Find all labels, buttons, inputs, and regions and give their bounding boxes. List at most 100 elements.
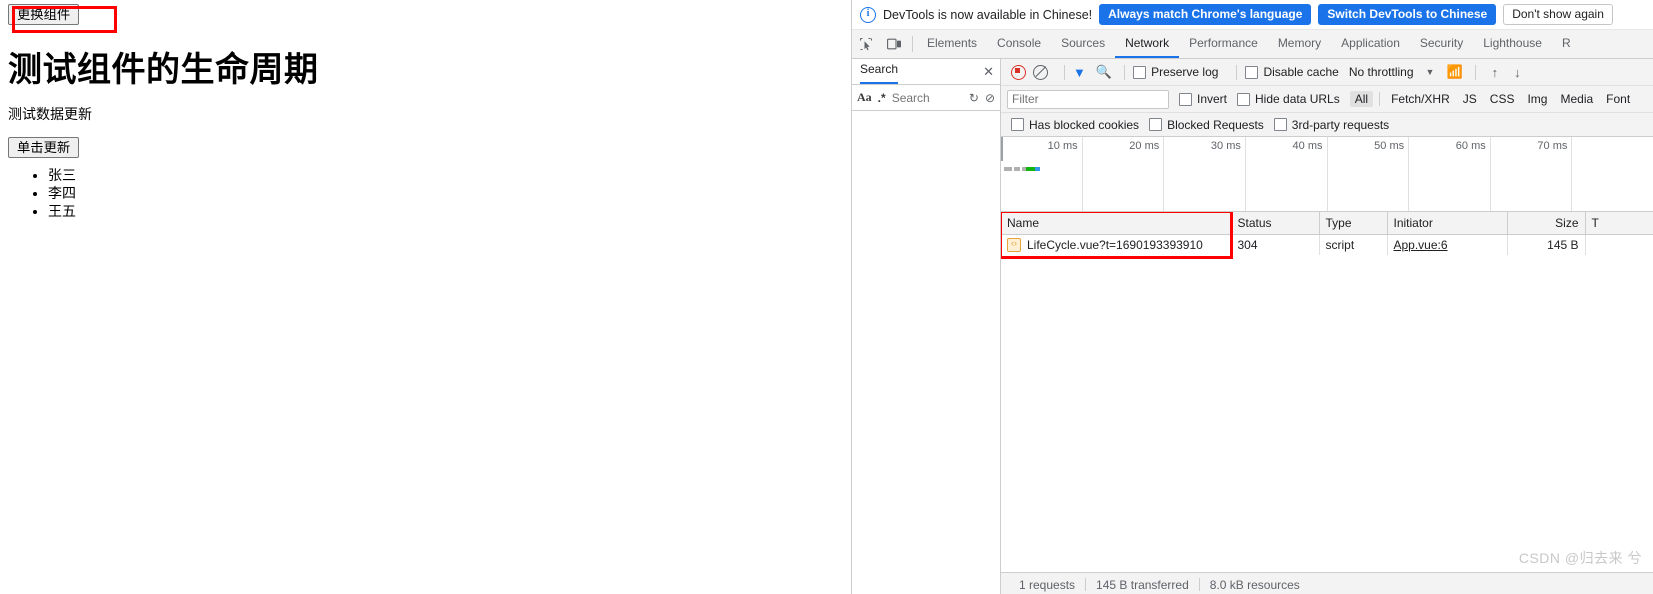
disable-cache-label: Disable cache — [1263, 65, 1339, 79]
network-panel: ▼ 🔍 Preserve log Disable cache No thrott… — [1001, 59, 1653, 594]
column-header-initiator[interactable]: Initiator — [1387, 212, 1508, 235]
checkbox-box — [1245, 65, 1259, 79]
tab-console[interactable]: Console — [987, 30, 1051, 58]
network-filter-row: Invert Hide data URLs All Fetch/XHR JS C… — [1001, 86, 1653, 113]
clear-icon[interactable] — [1033, 64, 1048, 80]
checkbox-box — [1273, 118, 1287, 131]
tab-recorder[interactable]: R — [1552, 30, 1581, 58]
tab-application[interactable]: Application — [1331, 30, 1410, 58]
hide-data-urls-label: Hide data URLs — [1255, 92, 1340, 106]
tab-security[interactable]: Security — [1410, 30, 1473, 58]
timeline-tick-label: 10 ms — [1047, 140, 1078, 152]
preserve-log-label: Preserve log — [1151, 65, 1219, 79]
wifi-settings-icon[interactable]: 📶 — [1446, 64, 1462, 80]
timeline-tick-label: 60 ms — [1455, 140, 1486, 152]
switch-to-chinese-button[interactable]: Switch DevTools to Chinese — [1318, 4, 1497, 25]
column-header-status[interactable]: Status — [1231, 212, 1320, 235]
timeline-tick-label: 50 ms — [1374, 140, 1405, 152]
tab-sources[interactable]: Sources — [1051, 30, 1115, 58]
clear-icon[interactable]: ⊘ — [985, 92, 995, 104]
update-button[interactable]: 单击更新 — [8, 137, 80, 159]
hide-data-urls-checkbox[interactable]: Hide data URLs — [1237, 92, 1340, 106]
dont-show-again-button[interactable]: Don't show again — [1503, 4, 1613, 25]
cell-type: script — [1319, 234, 1388, 255]
disable-cache-checkbox[interactable]: Disable cache — [1245, 65, 1339, 79]
csdn-watermark: CSDN @归去来 兮 — [1518, 550, 1642, 566]
devtools-body: Search ✕ Aa .* ↻ ⊘ ▼ 🔍 — [852, 59, 1653, 594]
filter-type-js[interactable]: JS — [1458, 91, 1482, 107]
search-icon[interactable]: 🔍 — [1096, 64, 1112, 80]
timeline-start-marker — [1001, 137, 1003, 161]
record-icon[interactable] — [1011, 64, 1026, 80]
tab-lighthouse[interactable]: Lighthouse — [1473, 30, 1552, 58]
list-item: 王五 — [48, 202, 76, 220]
third-party-requests-label: 3rd-party requests — [1291, 117, 1390, 132]
filter-type-media[interactable]: Media — [1555, 91, 1598, 107]
status-requests: 1 requests — [1019, 577, 1076, 592]
timeline-tick-label: 30 ms — [1210, 140, 1241, 152]
toolbar-divider — [1236, 64, 1238, 80]
checkbox-box — [1179, 92, 1192, 106]
table-row[interactable]: LifeCycle.vue?t=1690193393910 304 script… — [1001, 234, 1653, 255]
checkbox-box — [1149, 118, 1163, 131]
upload-icon[interactable]: ↑ — [1492, 65, 1499, 80]
device-toolbar-icon[interactable] — [880, 30, 908, 58]
has-blocked-cookies-label: Has blocked cookies — [1029, 117, 1140, 132]
filter-icon[interactable]: ▼ — [1073, 65, 1086, 80]
toolbar-divider — [1064, 64, 1065, 80]
always-match-language-button[interactable]: Always match Chrome's language — [1099, 4, 1312, 25]
column-header-size[interactable]: Size — [1507, 212, 1586, 235]
timeline-scale: 10 ms 20 ms 30 ms 40 ms 50 ms 60 ms 70 m… — [1001, 137, 1653, 211]
tab-memory[interactable]: Memory — [1268, 30, 1331, 58]
download-icon[interactable]: ↓ — [1514, 65, 1521, 80]
inspect-element-icon[interactable] — [852, 30, 880, 58]
search-tab[interactable]: Search — [860, 60, 899, 84]
timeline-tick: 10 ms — [1001, 137, 1083, 211]
network-toolbar: ▼ 🔍 Preserve log Disable cache No thrott… — [1001, 59, 1653, 86]
status-resources: 8.0 kB resources — [1209, 577, 1300, 592]
throttling-select[interactable]: No throttling — [1349, 65, 1414, 79]
search-input[interactable] — [891, 90, 963, 105]
filter-type-font[interactable]: Font — [1601, 91, 1635, 107]
overview-bar-segment — [1026, 167, 1035, 171]
checkbox-box — [1133, 65, 1147, 79]
network-overview-timeline[interactable]: 10 ms 20 ms 30 ms 40 ms 50 ms 60 ms 70 m… — [1001, 137, 1653, 212]
blocked-requests-checkbox[interactable]: Blocked Requests — [1149, 118, 1264, 132]
refresh-icon[interactable]: ↻ — [969, 92, 979, 104]
swap-component-button[interactable]: 更换组件 — [8, 4, 80, 26]
tab-network[interactable]: Network — [1115, 30, 1180, 58]
column-header-name[interactable]: Name — [1001, 212, 1232, 235]
third-party-requests-checkbox[interactable]: 3rd-party requests — [1273, 117, 1390, 132]
invert-checkbox[interactable]: Invert — [1179, 92, 1227, 106]
timeline-tick: 60 ms — [1409, 137, 1491, 211]
search-panel-toolbar: Aa .* ↻ ⊘ — [852, 85, 1000, 111]
timeline-tick-label: 40 ms — [1292, 140, 1323, 152]
rendered-page-pane: 更换组件 测试组件的生命周期 测试数据更新 单击更新 张三 李四 王五 — [0, 0, 850, 594]
filter-input[interactable] — [1007, 89, 1169, 109]
network-request-table-wrap: Name Status Type Initiator Size T ‹› Lif… — [1001, 212, 1653, 572]
tab-elements[interactable]: Elements — [917, 30, 987, 58]
chevron-down-icon[interactable]: ▼ — [1426, 67, 1435, 77]
close-icon[interactable]: ✕ — [983, 65, 994, 78]
search-results-area — [852, 111, 1000, 594]
has-blocked-cookies-checkbox[interactable]: Has blocked cookies — [1011, 118, 1139, 132]
filter-type-css[interactable]: CSS — [1485, 91, 1520, 107]
search-panel: Search ✕ Aa .* ↻ ⊘ — [852, 59, 1001, 594]
list-item: 张三 — [48, 166, 76, 184]
timeline-tick: 30 ms — [1164, 137, 1246, 211]
match-case-icon[interactable]: Aa — [857, 90, 872, 105]
column-header-type[interactable]: Type — [1319, 212, 1388, 235]
preserve-log-checkbox[interactable]: Preserve log — [1133, 65, 1218, 79]
filter-type-fetch-xhr[interactable]: Fetch/XHR — [1386, 91, 1455, 107]
cell-status: 304 — [1231, 234, 1320, 255]
page-title: 测试组件的生命周期 — [8, 52, 319, 89]
cell-name[interactable]: LifeCycle.vue?t=1690193393910 — [1001, 234, 1232, 255]
cell-initiator[interactable]: App.vue:6 — [1387, 234, 1508, 255]
tab-performance[interactable]: Performance — [1179, 30, 1268, 58]
table-header-row: Name Status Type Initiator Size T — [1001, 212, 1653, 235]
column-header-time[interactable]: T — [1585, 212, 1653, 235]
regex-icon[interactable]: .* — [878, 91, 886, 105]
initiator-link[interactable]: App.vue:6 — [1394, 238, 1448, 252]
filter-type-img[interactable]: Img — [1522, 91, 1552, 107]
filter-type-all[interactable]: All — [1349, 91, 1374, 107]
